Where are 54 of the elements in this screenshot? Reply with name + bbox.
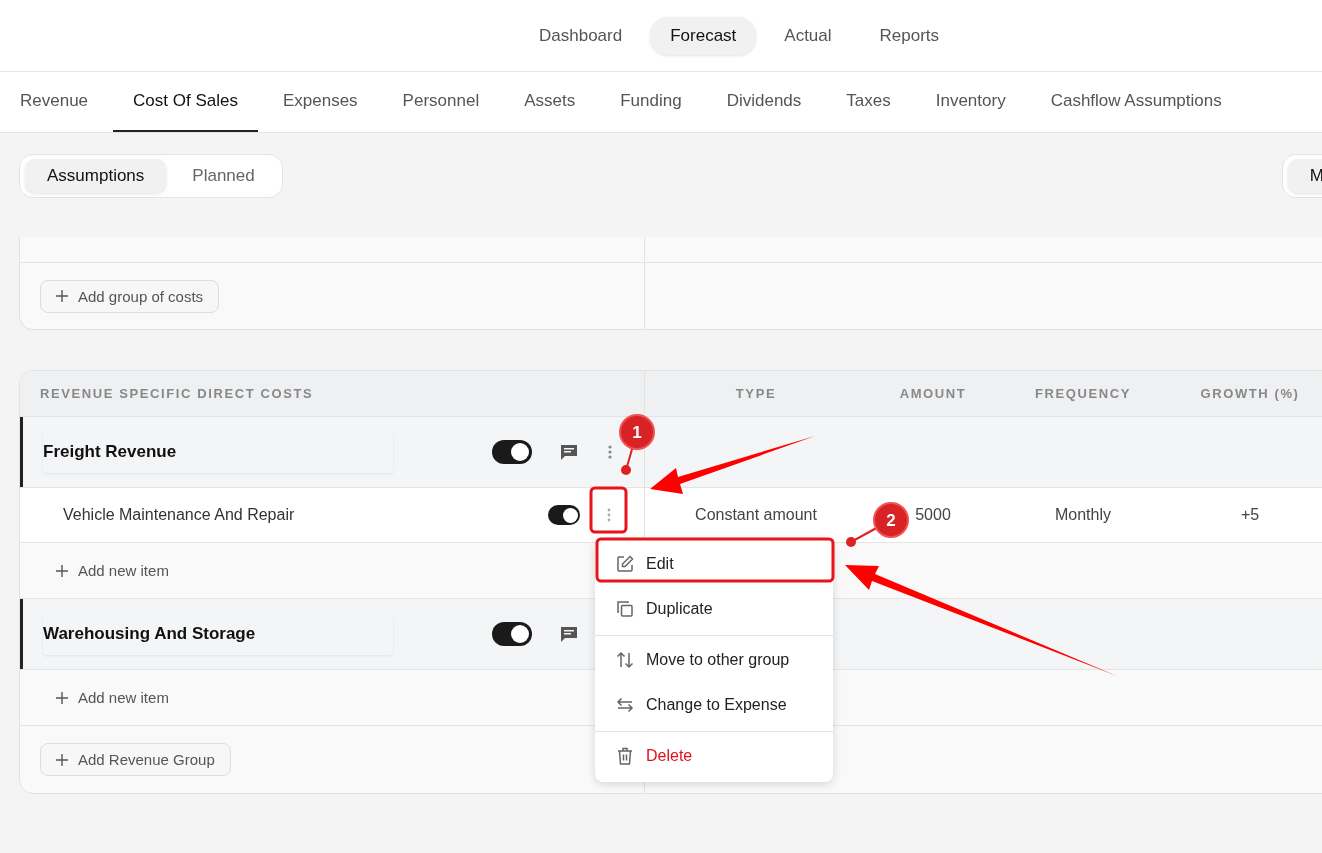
section-tab[interactable]: Assets xyxy=(504,72,596,132)
item-name: Vehicle Maintenance And Repair xyxy=(63,506,295,524)
plus-icon xyxy=(56,691,68,704)
group-name[interactable]: Freight Revenue xyxy=(43,431,393,473)
nav-tab[interactable]: Forecast xyxy=(650,16,757,55)
column-header: REVENUE SPECIFIC DIRECT COSTS xyxy=(40,386,314,401)
column-header: GROWTH (%) xyxy=(1200,386,1300,401)
toggle-switch[interactable] xyxy=(548,505,580,525)
toggle-switch[interactable] xyxy=(492,622,532,646)
callout-badge: 2 xyxy=(846,502,909,547)
highlight-frame xyxy=(589,486,628,534)
table-cell: Monthly xyxy=(1055,506,1111,524)
nav-tab[interactable]: Actual xyxy=(764,16,852,55)
add-item-link[interactable]: Add new item xyxy=(56,562,169,579)
add-group-button[interactable]: Add group of costs xyxy=(40,279,220,313)
section-tab[interactable]: Expenses xyxy=(262,72,378,132)
section-tab[interactable]: Cashflow Assumptions xyxy=(1030,72,1242,132)
plus-icon xyxy=(56,564,68,577)
trash-icon xyxy=(615,745,635,766)
column-header: FREQUENCY xyxy=(1035,386,1131,401)
column-header: TYPE xyxy=(735,386,777,401)
menu-item[interactable]: Duplicate xyxy=(595,586,833,631)
view-option[interactable]: Assumptions xyxy=(25,159,167,193)
section-tab[interactable]: Funding xyxy=(600,72,702,132)
section-tab[interactable]: Dividends xyxy=(706,72,822,132)
edit-icon xyxy=(615,553,635,574)
menu-item[interactable]: Edit xyxy=(595,541,833,586)
plus-icon xyxy=(56,753,68,766)
table-cell: 5000 xyxy=(915,506,951,524)
column-header: AMOUNT xyxy=(899,386,967,401)
section-tab[interactable]: Cost Of Sales xyxy=(113,72,258,132)
swap-vertical-icon xyxy=(615,649,635,670)
section-tab[interactable]: Inventory xyxy=(915,72,1026,132)
group-name[interactable]: Warehousing And Storage xyxy=(43,613,393,655)
menu-item[interactable]: Change to Expense xyxy=(595,682,833,727)
comment-icon[interactable] xyxy=(559,442,579,462)
view-option[interactable]: M xyxy=(1287,159,1322,193)
menu-item[interactable]: Delete xyxy=(595,733,833,778)
section-tab[interactable]: Revenue xyxy=(0,72,109,132)
add-item-link[interactable]: Add new item xyxy=(56,689,169,706)
add-group-button[interactable]: Add Revenue Group xyxy=(40,743,231,776)
toggle-switch[interactable] xyxy=(492,440,532,464)
nav-tab[interactable]: Reports xyxy=(859,16,960,55)
section-tab[interactable]: Personnel xyxy=(382,72,500,132)
plus-icon xyxy=(56,290,68,302)
more-icon[interactable] xyxy=(608,445,612,459)
comment-icon[interactable] xyxy=(559,624,579,644)
section-tab[interactable]: Taxes xyxy=(826,72,911,132)
view-option[interactable]: Planned xyxy=(170,159,277,193)
table-cell: Constant amount xyxy=(695,506,817,524)
table-cell: +5 xyxy=(1240,506,1260,524)
menu-item[interactable]: Move to other group xyxy=(595,637,833,682)
copy-icon xyxy=(615,598,635,619)
nav-tab[interactable]: Dashboard xyxy=(519,16,643,55)
